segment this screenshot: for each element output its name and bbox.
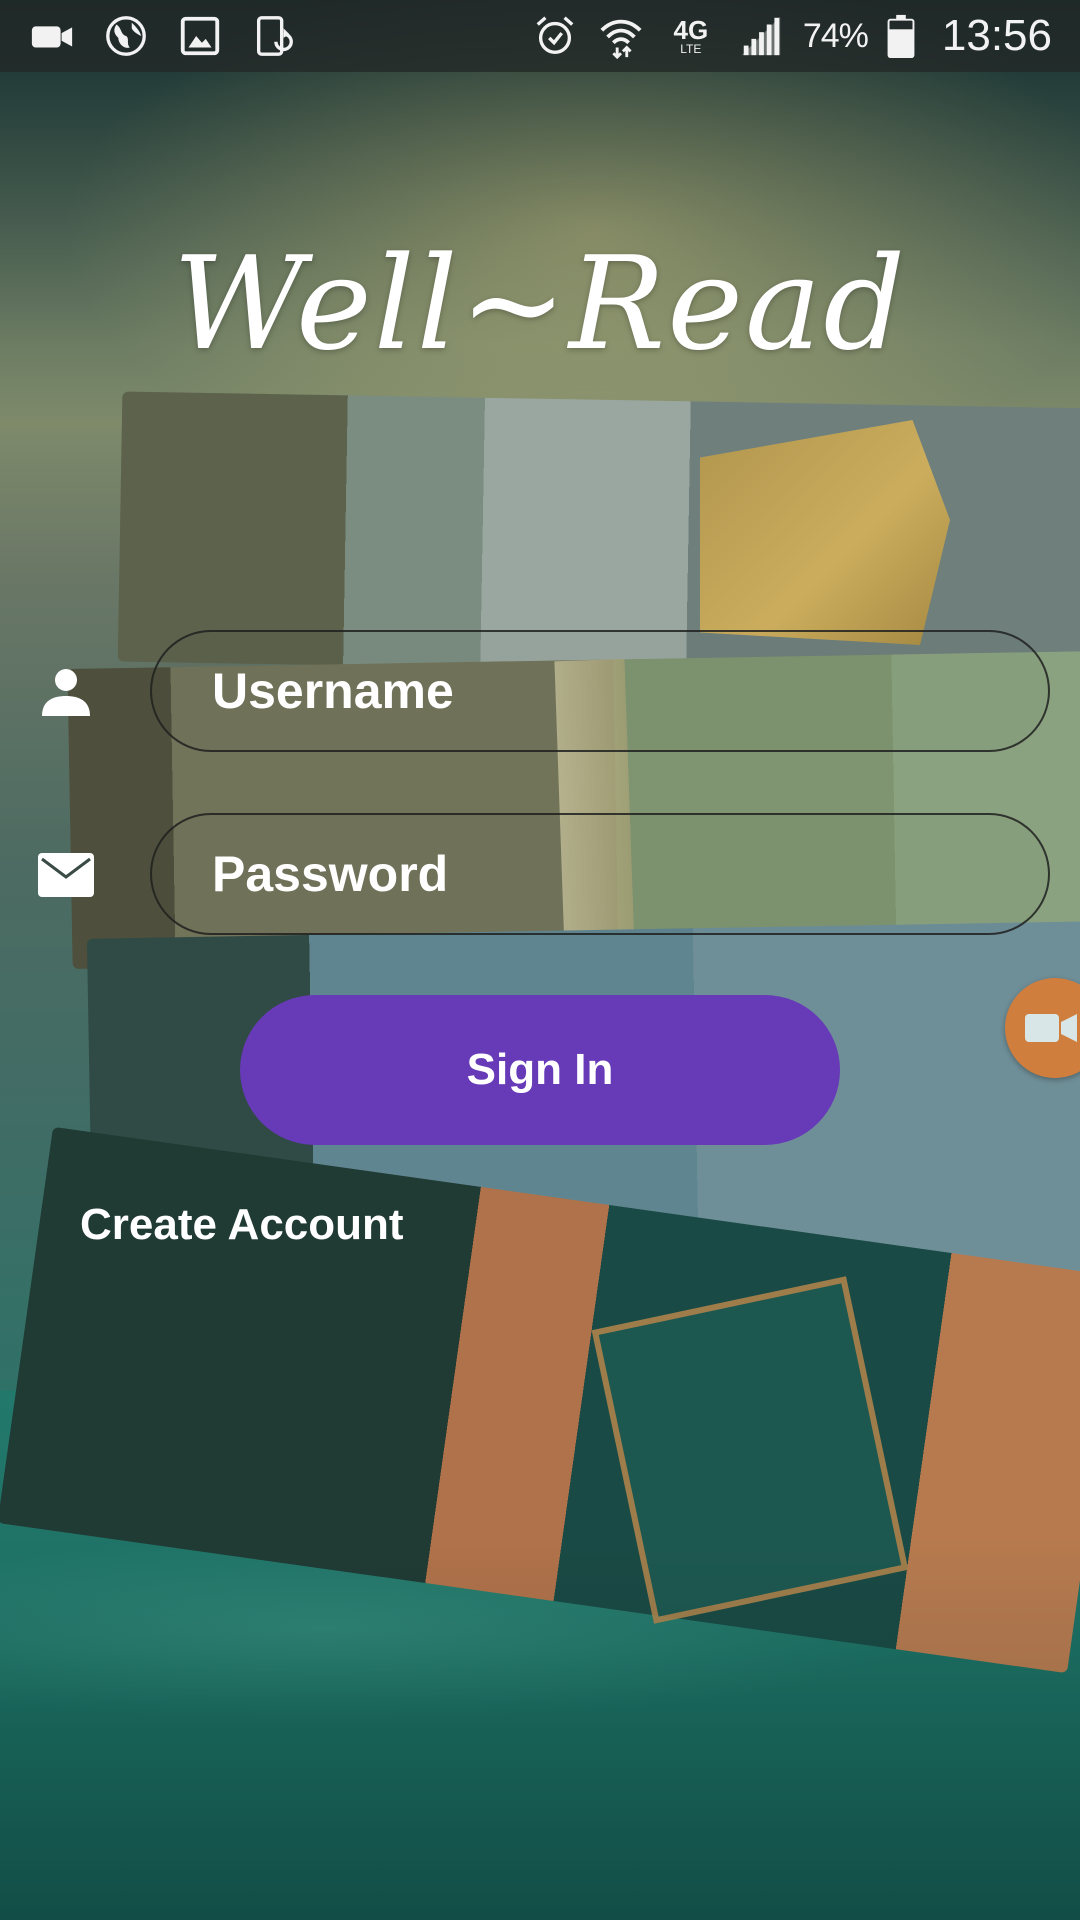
battery-icon — [886, 12, 916, 60]
app-logo: Well~Read — [172, 230, 908, 379]
status-bar: 4G LTE 74% 13:56 — [0, 0, 1080, 72]
video-camera-icon — [1023, 1008, 1080, 1048]
password-input[interactable]: Password — [150, 813, 1050, 935]
signal-icon — [737, 12, 785, 60]
clock: 13:56 — [941, 11, 1052, 60]
lte-icon: 4G LTE — [663, 12, 719, 60]
screen-rotation-icon — [250, 12, 298, 60]
video-camera-icon — [28, 12, 76, 60]
username-placeholder: Username — [212, 663, 454, 719]
username-row: Username — [0, 630, 1080, 752]
wifi-icon — [597, 12, 645, 60]
password-placeholder: Password — [212, 846, 449, 902]
globe-icon — [102, 12, 150, 60]
username-input[interactable]: Username — [150, 630, 1050, 752]
status-right-icons: 4G LTE 74% 13:56 — [531, 11, 1052, 61]
alarm-icon — [531, 12, 579, 60]
status-left-icons — [28, 12, 298, 60]
sign-in-button[interactable]: Sign In — [240, 995, 840, 1145]
create-account-link[interactable]: Create Account — [80, 1200, 404, 1250]
image-icon — [176, 12, 224, 60]
envelope-icon — [34, 843, 98, 907]
person-icon — [34, 660, 98, 724]
password-row: Password — [0, 813, 1080, 935]
network-type: 4G — [673, 15, 709, 45]
battery-percentage: 74% — [802, 16, 869, 55]
network-subtype: LTE — [680, 42, 702, 56]
